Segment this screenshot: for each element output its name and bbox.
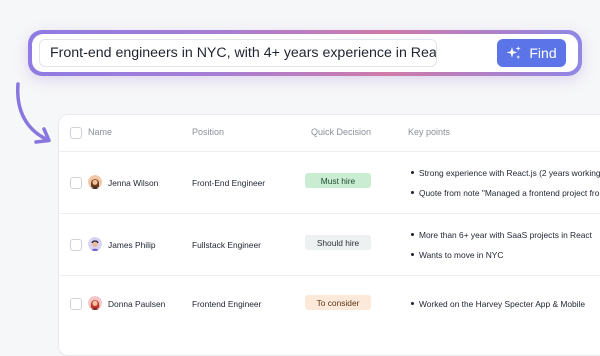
decision-badge: To consider xyxy=(305,295,371,310)
row-checkbox[interactable] xyxy=(70,239,82,251)
candidates-table: Name Position Quick Decision Key points … xyxy=(58,114,600,356)
decision-badge: Should hire xyxy=(305,235,371,250)
key-point: Wants to move in NYC xyxy=(411,250,503,260)
search-bar-inner: Front-end engineers in NYC, with 4+ year… xyxy=(32,34,578,72)
find-button-label: Find xyxy=(529,45,557,61)
decision-badge: Must hire xyxy=(305,173,371,188)
key-point: Worked on the Harvey Specter App & Mobil… xyxy=(411,299,585,309)
find-button[interactable]: Find xyxy=(497,39,566,67)
candidate-position: Fullstack Engineer xyxy=(192,240,261,250)
row-checkbox[interactable] xyxy=(70,177,82,189)
avatar xyxy=(88,296,102,310)
column-header-quick-decision[interactable]: Quick Decision xyxy=(311,127,371,137)
table-row[interactable]: Donna Paulsen Frontend Engineer To consi… xyxy=(59,275,600,355)
key-point: More than 6+ year with SaaS projects in … xyxy=(411,230,592,240)
candidate-position: Frontend Engineer xyxy=(192,299,262,309)
candidate-name: James Philip xyxy=(108,240,156,250)
table-row[interactable]: James Philip Fullstack Engineer Should h… xyxy=(59,213,600,276)
curved-arrow-icon xyxy=(16,82,51,144)
row-checkbox[interactable] xyxy=(70,298,82,310)
table-row[interactable]: Jenna Wilson Front-End Engineer Must hir… xyxy=(59,151,600,214)
search-bar: Front-end engineers in NYC, with 4+ year… xyxy=(28,30,582,76)
candidate-name: Jenna Wilson xyxy=(108,178,159,188)
column-header-key-points[interactable]: Key points xyxy=(408,127,450,137)
column-header-position[interactable]: Position xyxy=(192,127,224,137)
avatar xyxy=(88,237,102,251)
key-point: Strong experience with React.js (2 years… xyxy=(411,168,600,178)
candidate-position: Front-End Engineer xyxy=(192,178,266,188)
search-input[interactable]: Front-end engineers in NYC, with 4+ year… xyxy=(39,39,437,67)
table-header-row: Name Position Quick Decision Key points xyxy=(59,115,600,152)
column-header-name[interactable]: Name xyxy=(88,127,112,137)
sparkles-icon xyxy=(506,45,522,61)
key-point: Quote from note "Managed a frontend proj… xyxy=(411,188,599,198)
avatar xyxy=(88,175,102,189)
candidate-name: Donna Paulsen xyxy=(108,299,166,309)
select-all-checkbox[interactable] xyxy=(70,127,82,139)
